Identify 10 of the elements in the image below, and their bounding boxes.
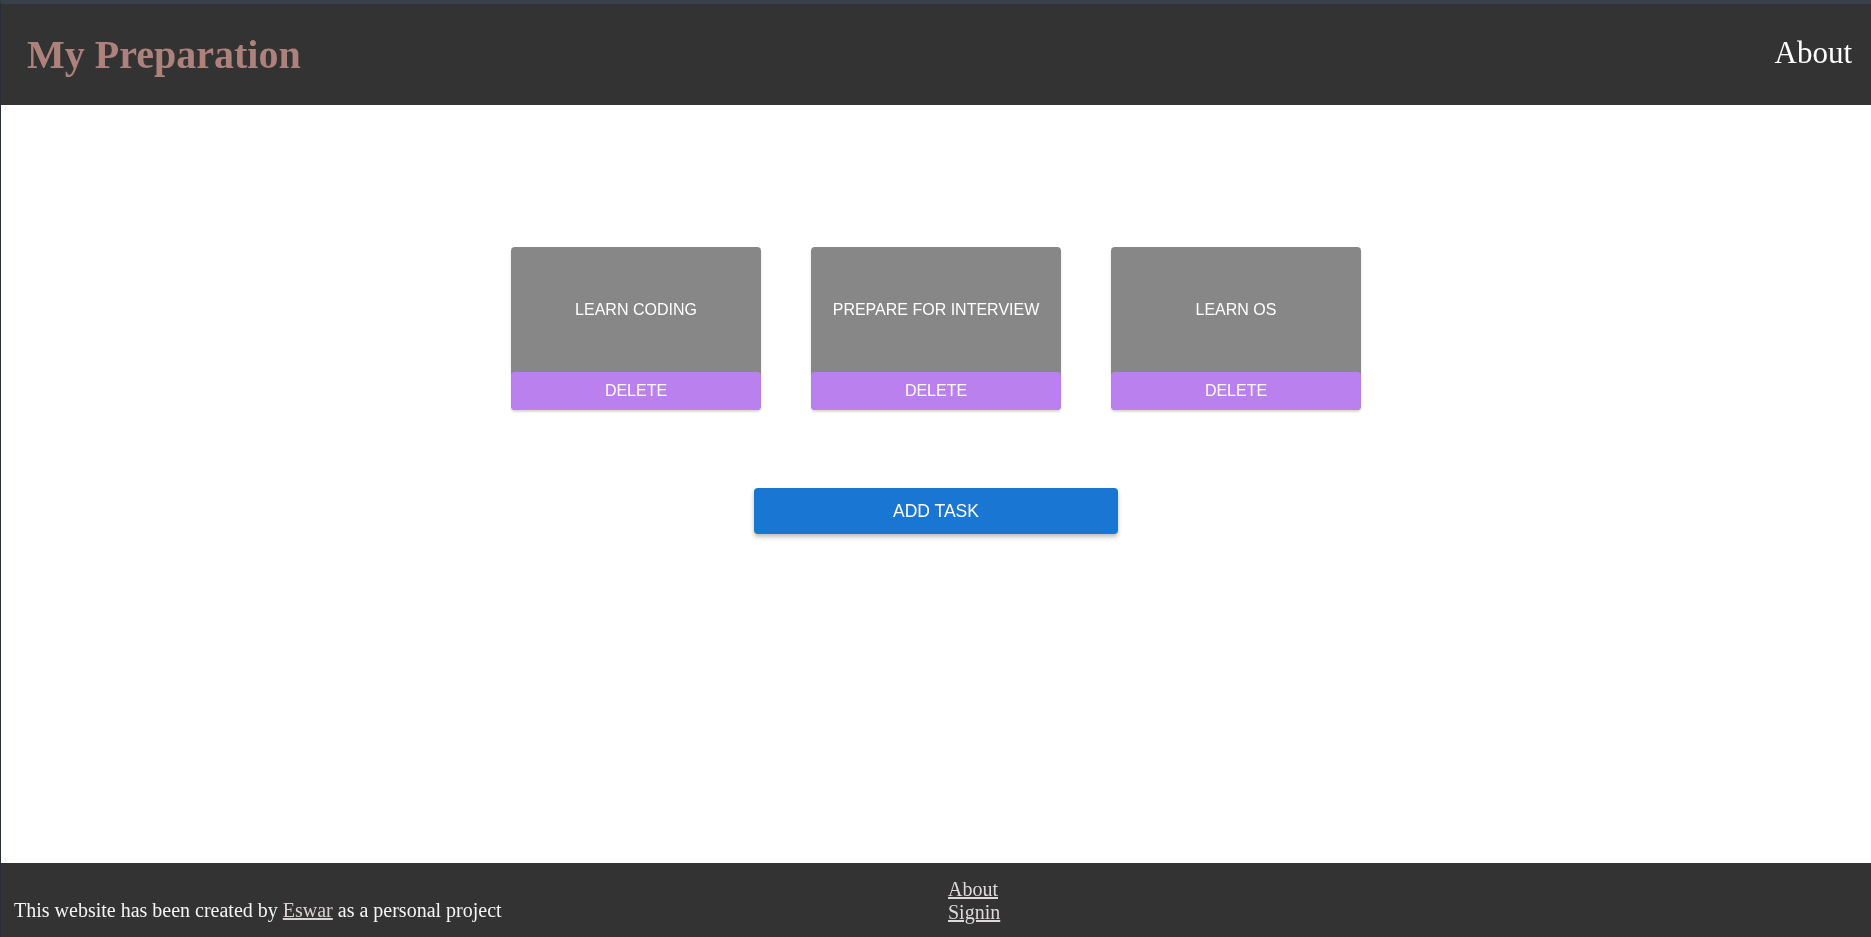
- about-link[interactable]: About: [1774, 36, 1852, 71]
- footer-link[interactable]: Signin: [948, 901, 1001, 924]
- credit-text: This website has been created by Eswar as a personal project: [14, 898, 503, 924]
- author-link[interactable]: Eswar: [282, 899, 333, 921]
- add-task-button[interactable]: ADD TASK: [754, 488, 1118, 534]
- task-title: LEARN CODING: [575, 300, 697, 319]
- site-title: My Preparation: [27, 32, 301, 77]
- task-title: LEARN OS: [1195, 300, 1277, 319]
- task-title: PREPARE FOR INTERVIEW: [832, 300, 1040, 319]
- footer-link[interactable]: About: [948, 878, 998, 901]
